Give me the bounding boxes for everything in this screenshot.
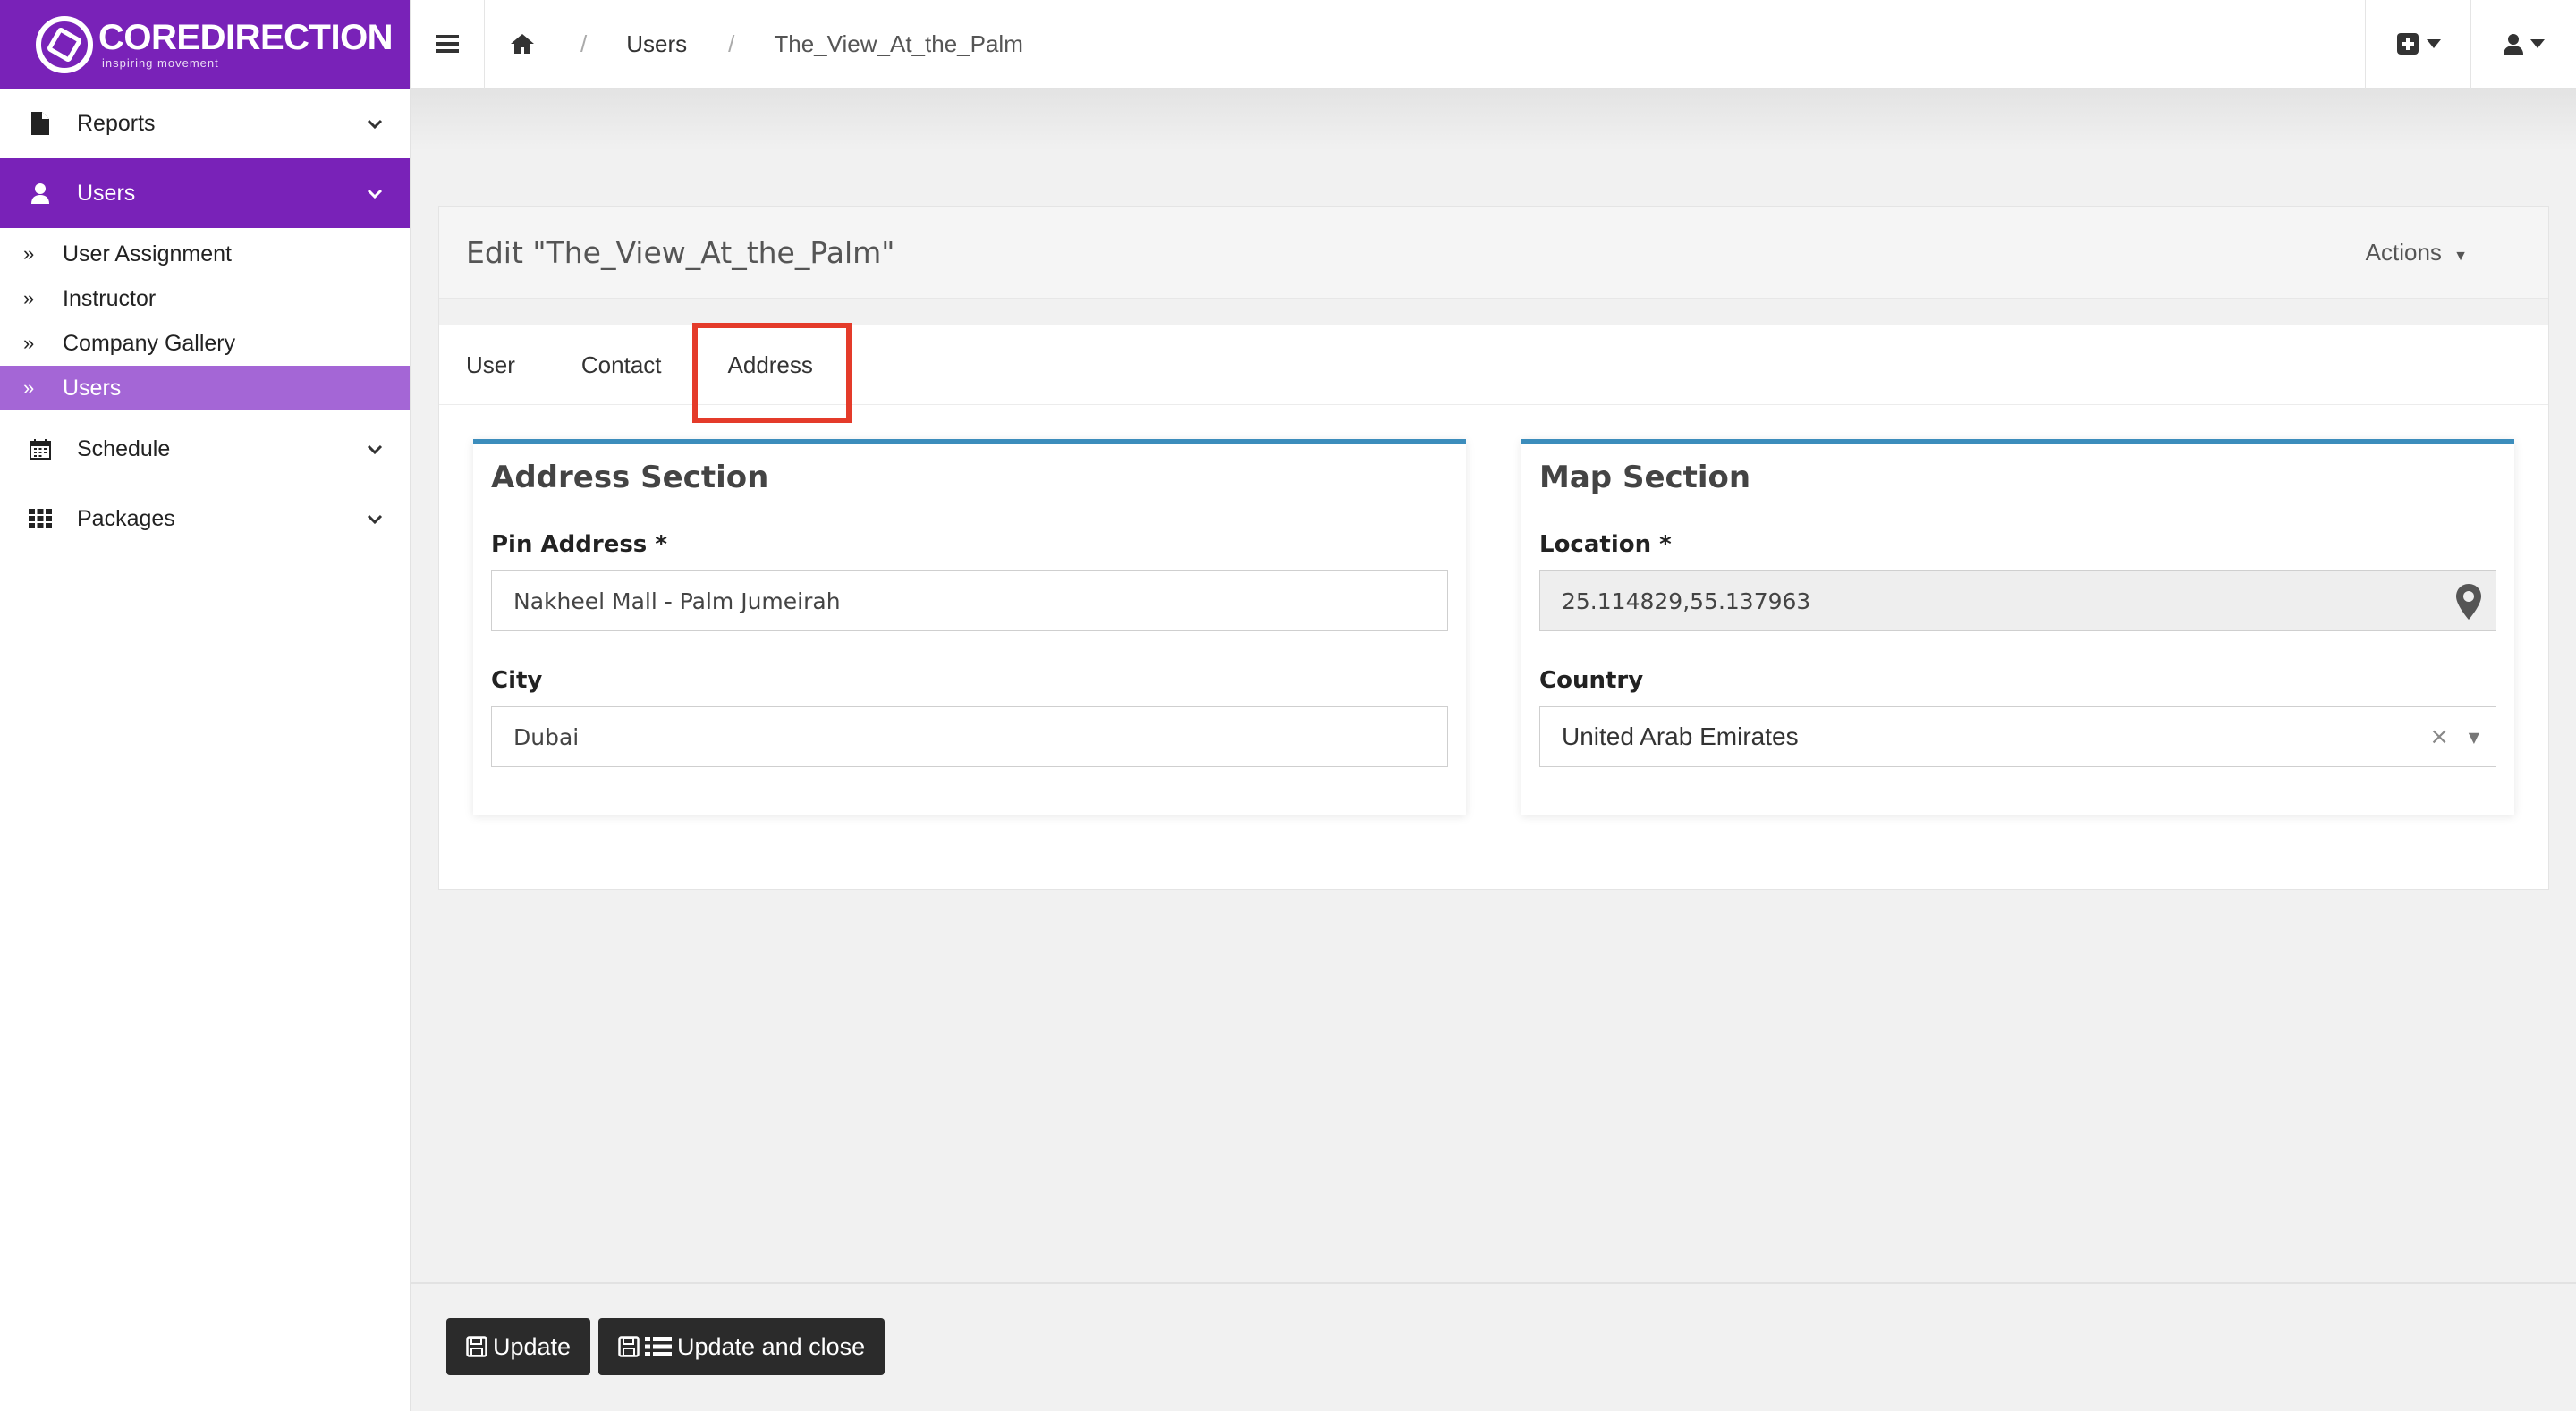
- sidebar-subitem-label: Instructor: [63, 285, 157, 311]
- breadcrumb: / Users / The_View_At_the_Palm: [485, 0, 1023, 89]
- user-icon: [2503, 34, 2523, 55]
- header-shadow: [411, 89, 2576, 151]
- tab-address[interactable]: Address: [691, 323, 852, 423]
- hamburger-menu-button[interactable]: [411, 0, 485, 89]
- sidebar: COREDIRECTION inspiring movement Reports…: [0, 0, 411, 1411]
- sidebar-item-label: Packages: [77, 505, 175, 531]
- clear-icon[interactable]: ×: [2429, 723, 2449, 750]
- users-submenu: » User Assignment » Instructor » Company…: [0, 228, 410, 414]
- double-chevron-right-icon: »: [23, 242, 35, 265]
- sidebar-subitem-label: Company Gallery: [63, 330, 236, 356]
- map-section-title: Map Section: [1539, 460, 1751, 495]
- plus-square-icon: [2396, 33, 2419, 55]
- chevron-down-icon: [367, 437, 383, 460]
- location-value: 25.114829,55.137963: [1562, 587, 1811, 614]
- actions-dropdown[interactable]: Actions ▼: [2366, 239, 2468, 266]
- city-value: Dubai: [513, 723, 580, 750]
- logo-icon: [36, 15, 93, 73]
- save-icon: [618, 1336, 640, 1357]
- update-and-close-button[interactable]: Update and close: [598, 1318, 886, 1375]
- sidebar-item-users[interactable]: Users: [0, 158, 410, 228]
- grid-icon: [25, 509, 55, 528]
- panel-header: Edit "The_View_At_the_Palm" Actions ▼: [439, 207, 2548, 299]
- location-label: Location *: [1539, 531, 1672, 558]
- sidebar-subitem-label: Users: [63, 375, 122, 401]
- home-button[interactable]: [485, 0, 559, 89]
- form-footer: Update Update and close: [411, 1282, 2576, 1411]
- cards-row: Address Section Pin Address * Nakheel Ma…: [473, 439, 2514, 815]
- pin-address-input[interactable]: Nakheel Mall - Palm Jumeirah: [491, 570, 1448, 631]
- caret-down-icon: [2529, 39, 2545, 48]
- caret-down-icon: ▼: [2453, 248, 2468, 264]
- country-value: United Arab Emirates: [1562, 722, 1799, 750]
- caret-down-icon: [2426, 39, 2441, 48]
- top-navbar: / Users / The_View_At_the_Palm: [411, 0, 2576, 89]
- tab-bar: User Contact Address: [439, 323, 2548, 423]
- hamburger-icon: [436, 35, 459, 53]
- city-label: City: [491, 667, 543, 694]
- double-chevron-right-icon: »: [23, 287, 35, 309]
- panel-gap: [439, 299, 2548, 325]
- map-section-card: Map Section Location * 25.114829,55.1379…: [1521, 439, 2514, 815]
- save-icon: [466, 1336, 487, 1357]
- sidebar-item-label: Schedule: [77, 435, 171, 461]
- tab-contact[interactable]: Contact: [581, 325, 662, 404]
- chevron-down-icon: [367, 182, 383, 205]
- breadcrumb-current: The_View_At_the_Palm: [774, 30, 1023, 57]
- pin-address-label: Pin Address *: [491, 531, 667, 558]
- chevron-down-icon: [367, 112, 383, 135]
- home-icon: [510, 34, 534, 54]
- sidebar-subitem-user-assignment[interactable]: » User Assignment: [0, 232, 410, 276]
- map-pin-icon[interactable]: [2456, 584, 2481, 625]
- brand-name: COREDIRECTION: [98, 18, 394, 57]
- country-select[interactable]: United Arab Emirates × ▼: [1539, 706, 2496, 767]
- sidebar-item-schedule[interactable]: Schedule: [0, 414, 410, 484]
- location-input[interactable]: 25.114829,55.137963: [1539, 570, 2496, 631]
- address-section-title: Address Section: [491, 460, 769, 495]
- update-button-label: Update: [493, 1332, 572, 1360]
- sidebar-subitem-users[interactable]: » Users: [0, 366, 410, 410]
- sidebar-subitem-company-gallery[interactable]: » Company Gallery: [0, 321, 410, 366]
- update-and-close-button-label: Update and close: [677, 1332, 866, 1360]
- user-icon: [25, 182, 55, 204]
- tab-user[interactable]: User: [466, 325, 515, 404]
- sidebar-item-reports[interactable]: Reports: [0, 89, 410, 158]
- edit-panel: Edit "The_View_At_the_Palm" Actions ▼ Us…: [438, 206, 2549, 890]
- breadcrumb-separator: /: [580, 30, 588, 57]
- file-icon: [25, 112, 55, 135]
- sidebar-subitem-label: User Assignment: [63, 241, 232, 266]
- double-chevron-right-icon: »: [23, 376, 35, 399]
- breadcrumb-separator: /: [728, 30, 735, 57]
- brand-tagline: inspiring movement: [102, 56, 219, 70]
- sidebar-item-label: Reports: [77, 110, 156, 136]
- highlight-box: [691, 323, 852, 423]
- country-label: Country: [1539, 667, 1644, 694]
- actions-label: Actions: [2365, 238, 2442, 266]
- sidebar-item-packages[interactable]: Packages: [0, 484, 410, 553]
- city-input[interactable]: Dubai: [491, 706, 1448, 767]
- add-new-dropdown-button[interactable]: [2365, 0, 2470, 89]
- calendar-icon: [25, 438, 55, 460]
- caret-down-icon[interactable]: ▼: [2469, 729, 2479, 746]
- brand-logo[interactable]: COREDIRECTION inspiring movement: [0, 0, 410, 89]
- address-section-card: Address Section Pin Address * Nakheel Ma…: [473, 439, 1466, 815]
- sidebar-subitem-instructor[interactable]: » Instructor: [0, 276, 410, 321]
- user-profile-dropdown-button[interactable]: [2470, 0, 2576, 89]
- list-icon: [645, 1336, 672, 1357]
- chevron-down-icon: [367, 507, 383, 530]
- page-title: Edit "The_View_At_the_Palm": [466, 234, 895, 270]
- pin-address-value: Nakheel Mall - Palm Jumeirah: [513, 587, 841, 614]
- breadcrumb-users-link[interactable]: Users: [626, 30, 687, 58]
- update-button[interactable]: Update: [446, 1318, 591, 1375]
- double-chevron-right-icon: »: [23, 332, 35, 354]
- sidebar-item-label: Users: [77, 180, 136, 206]
